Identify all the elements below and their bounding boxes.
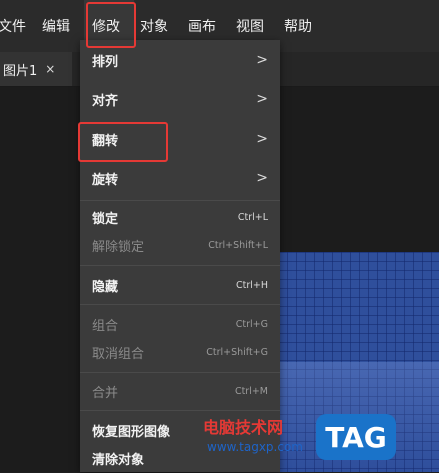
menu-edit[interactable]: 编辑 xyxy=(38,0,84,52)
menu-item-shortcut: Ctrl+Shift+L xyxy=(208,239,268,251)
menu-item-label: 组合 xyxy=(92,318,119,334)
menu-item-shortcut: Ctrl+M xyxy=(234,385,268,397)
watermark-title: 电脑技术网 xyxy=(203,418,284,437)
menu-item-arrange[interactable]: 排列 > xyxy=(80,45,280,75)
menu-item-shortcut: Ctrl+H xyxy=(235,279,268,291)
menu-item-label: 取消组合 xyxy=(92,346,145,362)
chevron-right-icon: > xyxy=(256,131,268,147)
menu-separator xyxy=(80,304,280,305)
close-icon[interactable]: × xyxy=(45,62,55,76)
menu-file[interactable]: 文件 xyxy=(0,0,38,52)
menu-item-label: 隐藏 xyxy=(92,279,119,295)
menu-item-label: 解除锁定 xyxy=(92,239,145,255)
menu-item-align[interactable]: 对齐 > xyxy=(80,84,280,114)
menu-item-hide[interactable]: 隐藏 Ctrl+H xyxy=(80,270,280,300)
menu-item-label: 清除对象 xyxy=(92,452,145,468)
menu-item-label: 恢复图形图像 xyxy=(92,424,171,440)
watermark: 电脑技术网 www.tagxp.com TAG xyxy=(199,408,399,470)
menu-separator xyxy=(80,200,280,201)
menu-item-flip[interactable]: 翻转 > xyxy=(80,124,280,154)
menu-item-shortcut: Ctrl+Shift+G xyxy=(206,346,268,358)
menu-item-rotate[interactable]: 旋转 > xyxy=(80,163,280,193)
document-tab[interactable]: 图片1 × xyxy=(0,52,72,86)
menu-item-label: 对齐 xyxy=(92,93,119,109)
chevron-right-icon: > xyxy=(256,170,268,186)
menu-item-label: 合并 xyxy=(92,385,119,401)
menu-item-label: 翻转 xyxy=(92,133,119,149)
menu-item-label: 排列 xyxy=(92,54,119,70)
chevron-right-icon: > xyxy=(256,91,268,107)
menu-item-label: 旋转 xyxy=(92,172,119,188)
chevron-right-icon: > xyxy=(256,52,268,68)
menu-item-shortcut: Ctrl+G xyxy=(235,318,268,330)
watermark-badge: TAG xyxy=(316,414,396,460)
menu-item-shortcut: Ctrl+L xyxy=(237,211,268,223)
menu-item-unlock: 解除锁定 Ctrl+Shift+L xyxy=(80,230,280,260)
menu-item-ungroup: 取消组合 Ctrl+Shift+G xyxy=(80,337,280,367)
menu-item-label: 锁定 xyxy=(92,211,119,227)
menu-item-group: 组合 Ctrl+G xyxy=(80,309,280,339)
menu-help[interactable]: 帮助 xyxy=(278,0,326,52)
document-tab-title: 图片1 xyxy=(3,63,38,79)
menu-separator xyxy=(80,265,280,266)
menu-item-lock[interactable]: 锁定 Ctrl+L xyxy=(80,202,280,232)
watermark-url: www.tagxp.com xyxy=(207,440,303,454)
menu-separator xyxy=(80,372,280,373)
menu-item-merge: 合并 Ctrl+M xyxy=(80,376,280,406)
